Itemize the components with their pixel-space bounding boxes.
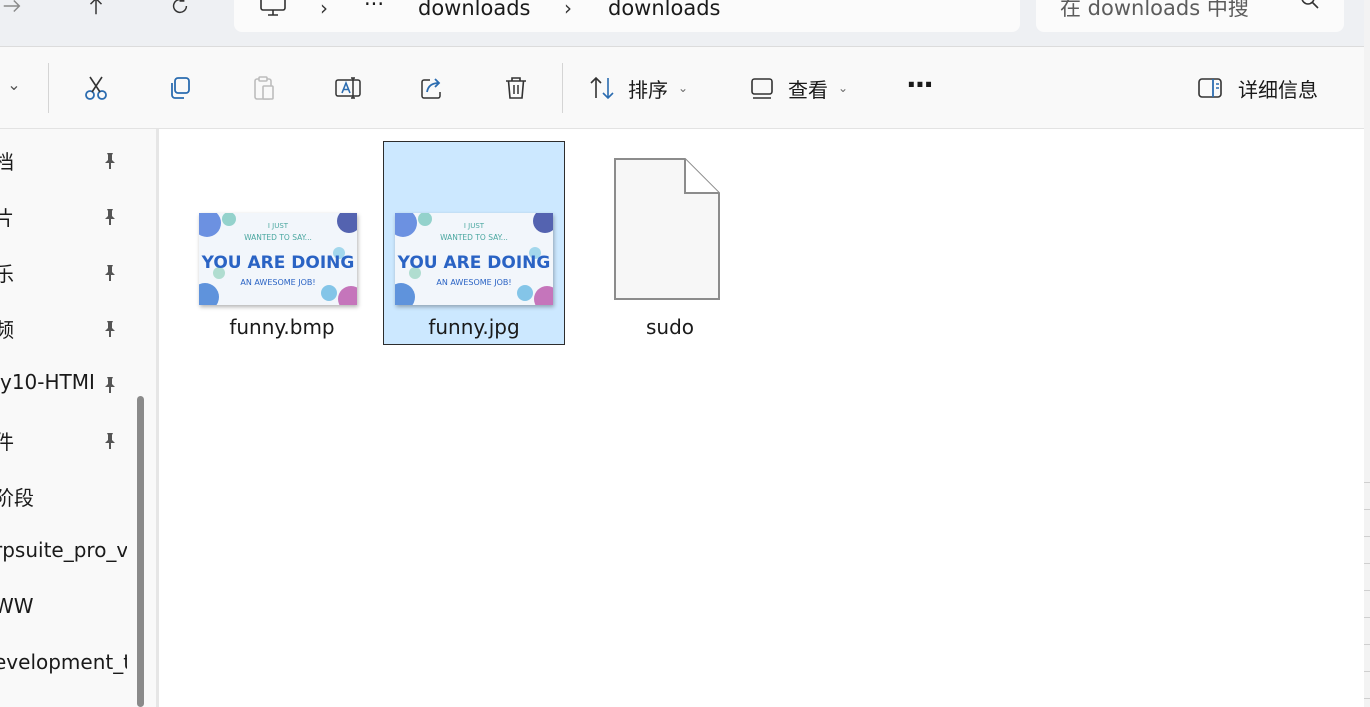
sidebar-item-label: 频	[0, 318, 14, 342]
rename-icon	[335, 77, 361, 99]
svg-text:YOU ARE DOING: YOU ARE DOING	[397, 253, 551, 273]
sidebar-item-burpsuite[interactable]: rpsuite_pro_v	[0, 531, 127, 571]
copy-icon	[171, 77, 190, 99]
search-input[interactable]	[1060, 0, 1290, 20]
sidebar-item-label: rpsuite_pro_v	[0, 538, 127, 562]
breadcrumb-separator: ›	[320, 0, 328, 20]
refresh-icon	[172, 0, 188, 14]
file-item-sudo[interactable]: sudo	[579, 141, 761, 345]
sort-label: 排序	[628, 77, 668, 102]
sidebar-item-label: 片	[0, 206, 14, 230]
rename-button[interactable]	[328, 47, 368, 129]
toolbar-separator	[562, 63, 563, 113]
view-button[interactable]: 查看 ⌄	[748, 47, 864, 129]
window-edge	[1364, 0, 1370, 707]
breadcrumb-downloads-parent[interactable]: downloads	[418, 0, 531, 20]
up-button[interactable]	[76, 0, 116, 24]
trash-icon	[506, 77, 526, 99]
file-name: funny.bmp	[229, 315, 335, 339]
chevron-down-icon: ⌄	[678, 81, 689, 95]
breadcrumb-downloads-current[interactable]: downloads	[608, 0, 721, 20]
pin-icon[interactable]	[100, 151, 120, 171]
svg-text:AN AWESOME JOB!: AN AWESOME JOB!	[240, 278, 315, 287]
sidebar-item-label: 乐	[0, 262, 14, 286]
sidebar-item-label: 件	[0, 430, 14, 454]
more-options-button[interactable]: ···	[898, 47, 940, 129]
sidebar-item-www[interactable]: WW	[0, 587, 127, 627]
sidebar-item-html-folder[interactable]: y10-HTMI	[0, 363, 127, 403]
breadcrumb-separator: ›	[564, 0, 572, 20]
pin-icon[interactable]	[100, 263, 120, 283]
file-name: sudo	[645, 315, 695, 339]
sidebar-item-label: evelopment_t	[0, 650, 127, 674]
delete-button[interactable]	[496, 47, 536, 129]
image-thumbnail: I JUST WANTED TO SAY... YOU ARE DOING AN…	[199, 213, 357, 305]
sidebar-item-music[interactable]: 乐	[0, 251, 127, 291]
sidebar-item-label: 档	[0, 150, 14, 174]
pin-icon[interactable]	[100, 375, 120, 395]
new-dropdown-button[interactable]: ⌄	[2, 47, 26, 129]
chevron-down-icon: ⌄	[7, 74, 21, 94]
arrow-up-icon	[89, 0, 103, 15]
greeting-card-image: I JUST WANTED TO SAY... YOU ARE DOING AN…	[199, 213, 357, 305]
view-icon	[751, 78, 773, 99]
details-pane-button[interactable]: 详细信息	[1196, 47, 1336, 129]
breadcrumb-overflow[interactable]: ···	[364, 0, 384, 16]
svg-text:WANTED TO SAY...: WANTED TO SAY...	[440, 233, 508, 242]
file-list: I JUST WANTED TO SAY... YOU ARE DOING AN…	[159, 129, 1370, 707]
scissors-icon	[85, 76, 107, 100]
sort-button[interactable]: 排序 ⌄	[588, 47, 704, 129]
file-item-funny-bmp[interactable]: I JUST WANTED TO SAY... YOU ARE DOING AN…	[191, 141, 373, 345]
svg-text:I JUST: I JUST	[268, 222, 289, 230]
address-bar[interactable]: › ··· › downloads downloads	[234, 0, 1020, 32]
file-item-funny-jpg[interactable]: I JUST WANTED TO SAY... YOU ARE DOING AN…	[383, 141, 565, 345]
computer-icon	[260, 0, 286, 16]
pin-icon[interactable]	[100, 319, 120, 339]
sidebar-item-pictures[interactable]: 片	[0, 195, 127, 235]
navigation-pane: 档 片 乐 频 y10-HTMI 件 阶段 rpsuite_pro_v WW e…	[0, 129, 127, 707]
greeting-card-image: I JUST WANTED TO SAY... YOU ARE DOING AN…	[395, 213, 553, 305]
more-icon: ···	[906, 67, 934, 101]
sidebar-item-documents[interactable]: 档	[0, 139, 127, 179]
sidebar-item-stage[interactable]: 阶段	[0, 475, 127, 515]
share-button[interactable]	[412, 47, 452, 129]
search-box	[1036, 0, 1344, 32]
cut-button[interactable]	[76, 47, 116, 129]
file-name: funny.jpg	[428, 315, 520, 339]
toolbar-separator	[48, 63, 49, 113]
image-thumbnail: I JUST WANTED TO SAY... YOU ARE DOING AN…	[395, 213, 553, 305]
sidebar-item-development[interactable]: evelopment_t	[0, 643, 127, 683]
sidebar-item-label: 阶段	[0, 486, 34, 510]
command-bar: ⌄ 排序 ⌄ 查看 ⌄ ··· 详细信息	[0, 47, 1370, 129]
chevron-down-icon: ⌄	[838, 81, 849, 95]
arrow-right-icon	[3, 0, 21, 13]
svg-text:YOU ARE DOING: YOU ARE DOING	[201, 253, 355, 273]
sidebar-item-files[interactable]: 件	[0, 419, 127, 459]
details-label: 详细信息	[1238, 77, 1318, 102]
generic-file-icon	[614, 158, 720, 300]
details-pane-icon	[1198, 78, 1222, 98]
sidebar-item-videos[interactable]: 频	[0, 307, 127, 347]
copy-button[interactable]	[160, 47, 200, 129]
svg-text:I JUST: I JUST	[464, 222, 485, 230]
clipboard-icon	[254, 76, 274, 100]
pin-icon[interactable]	[100, 431, 120, 451]
pin-icon[interactable]	[100, 207, 120, 227]
sidebar-scrollbar-thumb[interactable]	[137, 396, 144, 707]
refresh-button[interactable]	[160, 0, 200, 24]
navigation-bar: › ··· › downloads downloads	[0, 0, 1370, 46]
search-icon[interactable]	[1299, 0, 1321, 11]
sort-icon	[590, 76, 614, 100]
sidebar-item-label: y10-HTMI	[0, 370, 95, 394]
forward-button[interactable]	[0, 0, 32, 24]
share-icon	[421, 78, 441, 99]
paste-button[interactable]	[244, 47, 284, 129]
svg-text:AN AWESOME JOB!: AN AWESOME JOB!	[436, 278, 511, 287]
svg-text:WANTED TO SAY...: WANTED TO SAY...	[244, 233, 312, 242]
view-label: 查看	[788, 77, 828, 102]
sidebar-item-label: WW	[0, 594, 34, 618]
